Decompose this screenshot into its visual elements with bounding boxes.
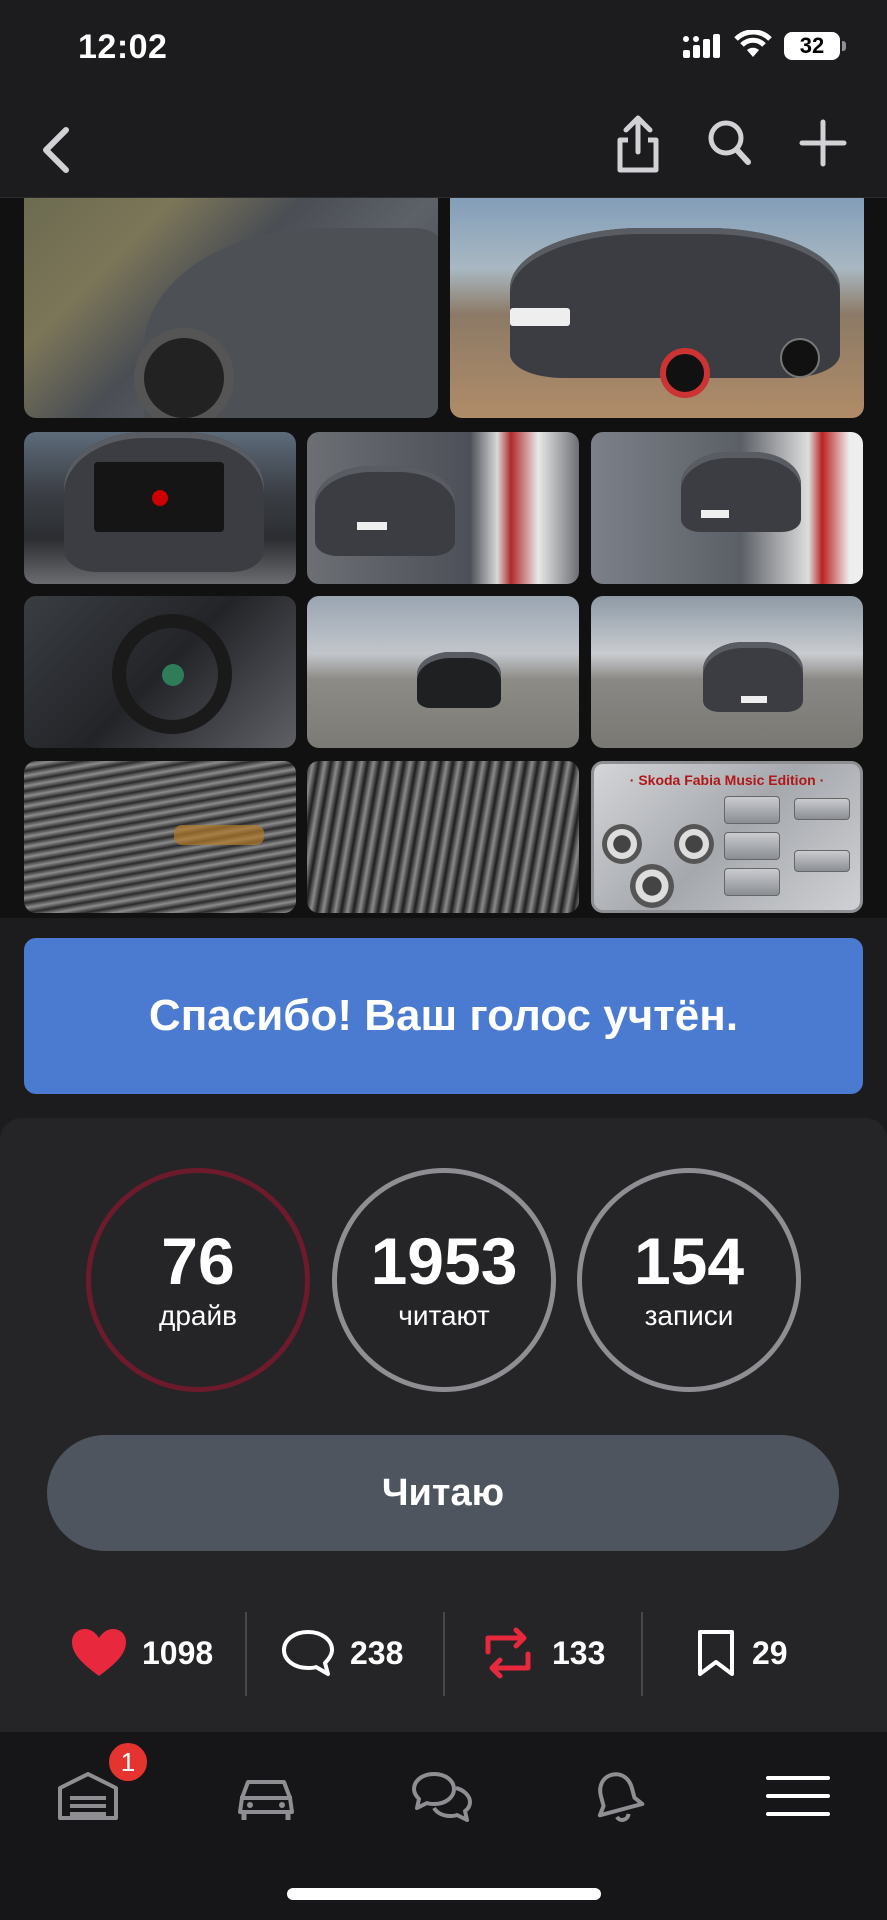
cellular-signal-icon xyxy=(683,34,720,58)
gallery-photo[interactable] xyxy=(24,198,438,418)
stat-followers[interactable]: 1953 читают xyxy=(332,1168,556,1392)
comment-button[interactable]: 238 xyxy=(280,1608,403,1698)
stat-drive[interactable]: 76 драйв xyxy=(86,1168,310,1392)
wifi-icon xyxy=(734,30,772,57)
gallery-photo[interactable] xyxy=(24,596,296,748)
amplifier-block xyxy=(724,796,780,824)
stat-value: 76 xyxy=(161,1224,235,1298)
add-icon[interactable] xyxy=(798,118,848,168)
gallery-photo-music-edition[interactable]: · Skoda Fabia Music Edition · xyxy=(591,761,863,913)
share-icon[interactable] xyxy=(612,112,664,176)
comment-icon xyxy=(282,1630,334,1676)
profile-stats-card: 76 драйв 1953 читают 154 записи Читаю 10… xyxy=(0,1118,887,1732)
stat-value: 1953 xyxy=(370,1224,518,1298)
photo-gallery: · Skoda Fabia Music Edition · xyxy=(0,198,887,918)
vote-confirmation-banner: Спасибо! Ваш голос учтён. xyxy=(24,938,863,1094)
gallery-photo[interactable] xyxy=(450,198,864,418)
car-icon xyxy=(238,1780,294,1820)
stat-label: драйв xyxy=(159,1300,237,1331)
menu-icon xyxy=(766,1776,830,1816)
nav-bar xyxy=(0,98,887,198)
amplifier-block xyxy=(724,868,780,896)
speaker-graphic xyxy=(674,824,714,864)
stat-label: записи xyxy=(644,1300,734,1331)
stat-posts[interactable]: 154 записи xyxy=(577,1168,801,1392)
tab-notifications[interactable] xyxy=(588,1768,648,1833)
divider xyxy=(641,1612,643,1696)
music-edition-title: · Skoda Fabia Music Edition · xyxy=(629,772,825,788)
repost-icon xyxy=(485,1627,531,1679)
speaker-graphic xyxy=(602,824,642,864)
gallery-photo[interactable] xyxy=(307,761,579,913)
bell-icon xyxy=(597,1772,645,1822)
tab-menu[interactable] xyxy=(766,1768,830,1829)
action-bar: 1098 238 133 29 xyxy=(0,1608,887,1698)
status-time: 12:02 xyxy=(78,28,168,66)
divider xyxy=(245,1612,247,1696)
tab-messages[interactable] xyxy=(410,1768,474,1829)
subwoofer-graphic xyxy=(630,864,674,908)
chat-icon xyxy=(412,1772,472,1822)
back-icon[interactable] xyxy=(34,122,84,178)
battery-indicator: 32 xyxy=(784,32,846,60)
divider xyxy=(443,1612,445,1696)
gallery-photo[interactable] xyxy=(307,596,579,748)
tab-cars[interactable] xyxy=(234,1768,298,1829)
like-count: 1098 xyxy=(142,1634,214,1671)
headunit-block xyxy=(794,798,850,820)
stat-label: читают xyxy=(398,1300,490,1331)
gallery-photo[interactable] xyxy=(24,432,296,584)
follow-button[interactable]: Читаю xyxy=(47,1435,839,1551)
dsp-block xyxy=(794,850,850,872)
home-indicator[interactable] xyxy=(287,1888,601,1900)
comment-count: 238 xyxy=(350,1634,404,1671)
bookmark-icon xyxy=(698,1630,734,1676)
heart-icon xyxy=(72,1629,126,1676)
gallery-photo[interactable] xyxy=(591,596,863,748)
gallery-photo[interactable] xyxy=(591,432,863,584)
bookmark-count: 29 xyxy=(752,1634,788,1671)
gallery-photo[interactable] xyxy=(24,761,296,913)
garage-notification-badge: 1 xyxy=(106,1740,150,1784)
stat-value: 154 xyxy=(633,1224,745,1298)
bookmark-button[interactable]: 29 xyxy=(694,1608,788,1698)
repost-count: 133 xyxy=(552,1634,606,1671)
gallery-photo[interactable] xyxy=(307,432,579,584)
search-icon[interactable] xyxy=(706,118,754,170)
tab-garage[interactable] xyxy=(56,1768,120,1829)
like-button[interactable]: 1098 xyxy=(70,1608,213,1698)
repost-button[interactable]: 133 xyxy=(478,1608,605,1698)
amplifier-block xyxy=(724,832,780,860)
status-bar: 12:02 32 xyxy=(0,0,887,98)
